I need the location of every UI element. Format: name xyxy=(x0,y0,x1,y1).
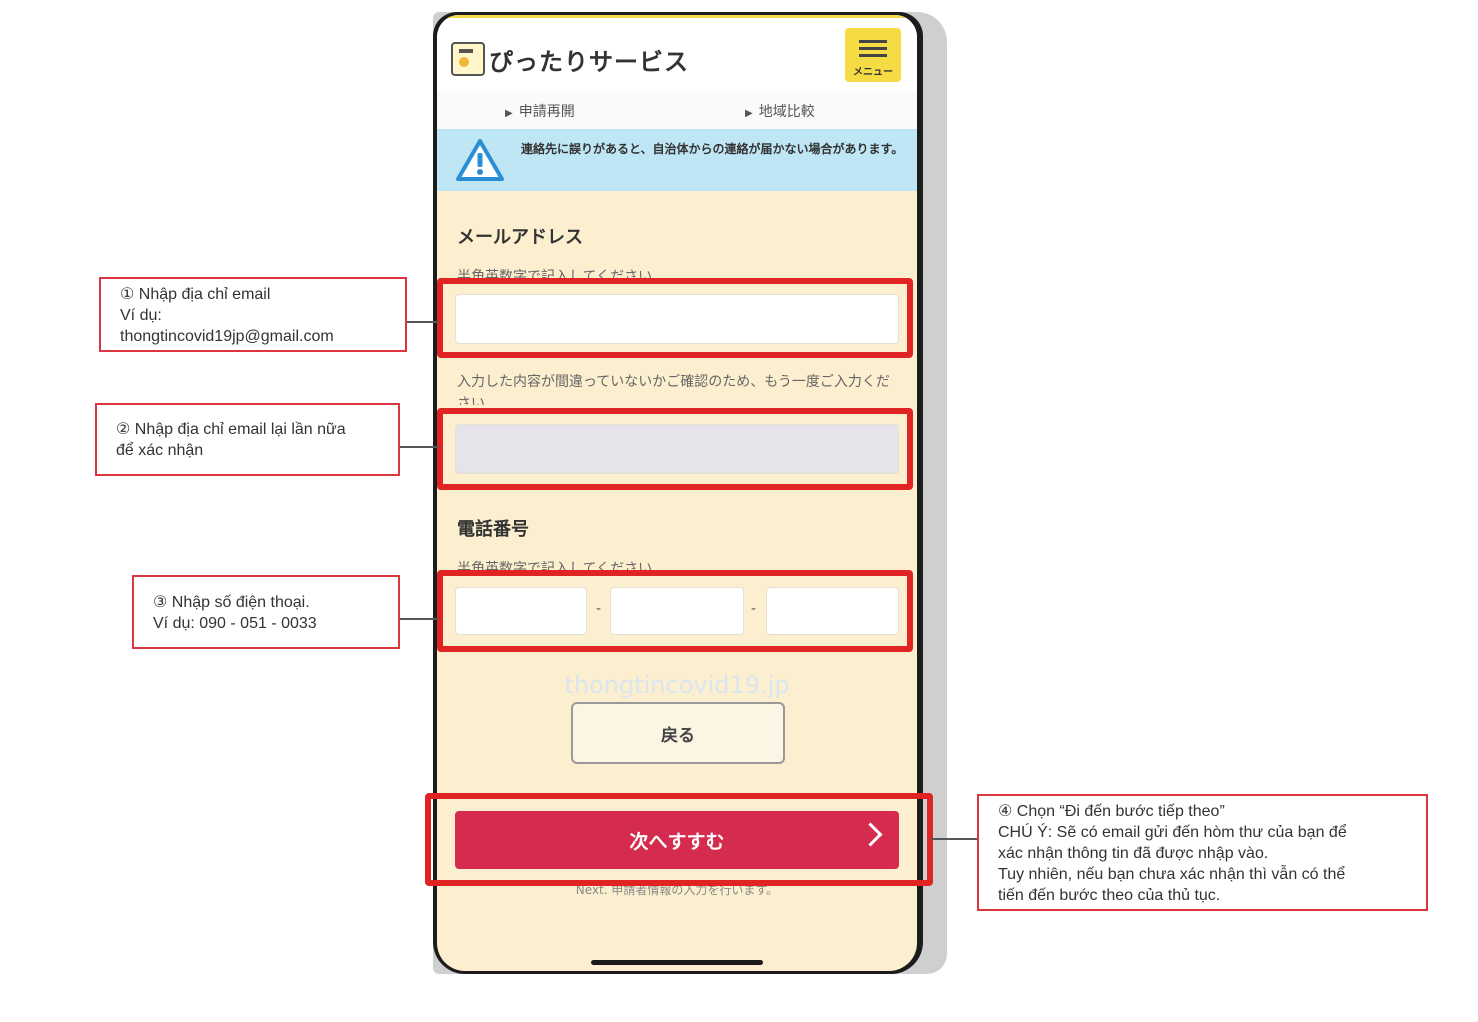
menu-button-label: メニュー xyxy=(853,67,893,78)
app-header: ぴったりサービス メニュー xyxy=(437,15,917,94)
watermark-text: thongtincovid19.jp xyxy=(564,671,790,699)
phone-field-highlight xyxy=(437,570,913,652)
region-compare-label: 地域比較 xyxy=(758,104,815,120)
triangle-right-icon: ▶ xyxy=(505,108,513,119)
callout-line: ② Nhập địa chỉ email lại lần nữa xyxy=(116,421,346,438)
callout-line: Ví dụ: xyxy=(120,307,162,324)
warning-notice: 連絡先に誤りがあると、自治体からの連絡が届かない場合があります。 xyxy=(437,129,917,191)
next-button-highlight xyxy=(425,793,933,886)
home-indicator xyxy=(591,960,763,965)
warning-icon xyxy=(456,139,504,181)
callout-phone: ③ Nhập số điện thoại. Ví dụ: 090 - 051 -… xyxy=(132,575,400,649)
warning-notice-text: 連絡先に誤りがあると、自治体からの連絡が届かない場合があります。 xyxy=(521,142,904,156)
triangle-right-icon: ▶ xyxy=(745,108,753,119)
callout-email: ① Nhập địa chỉ email Ví dụ: thongtincovi… xyxy=(99,277,407,352)
back-button[interactable]: 戻る xyxy=(571,702,785,764)
email-label: メールアドレス xyxy=(457,227,583,248)
callout-line: xác nhận thông tin đã được nhập vào. xyxy=(998,845,1269,862)
callout-line: để xác nhận xyxy=(116,442,204,459)
callout-line: ① Nhập địa chỉ email xyxy=(120,286,271,303)
callout-connector xyxy=(406,321,439,323)
callout-line: Tuy nhiên, nếu bạn chưa xác nhận thì vẫn… xyxy=(998,866,1346,883)
callout-line: thongtincovid19jp@gmail.com xyxy=(120,328,334,345)
phone-label: 電話番号 xyxy=(457,519,529,540)
callout-line: Ví dụ: 090 - 051 - 0033 xyxy=(153,615,317,632)
region-compare-link[interactable]: ▶ 地域比較 xyxy=(745,101,815,121)
hamburger-icon-line xyxy=(859,54,887,57)
resume-application-link[interactable]: ▶ 申請再開 xyxy=(505,101,575,121)
callout-next: ④ Chọn “Đi đến bước tiếp theo” CHÚ Ý: Sẽ… xyxy=(977,794,1428,911)
sub-navigation: ▶ 申請再開 ▶ 地域比較 xyxy=(437,91,917,129)
hamburger-icon xyxy=(859,40,887,43)
resume-application-label: 申請再開 xyxy=(518,104,575,120)
callout-line: CHÚ Ý: Sẽ có email gửi đến hòm thư của b… xyxy=(998,824,1347,841)
callout-email-confirm: ② Nhập địa chỉ email lại lần nữa để xác … xyxy=(95,403,400,476)
app-brand-title: ぴったりサービス xyxy=(489,48,689,76)
email-field-highlight xyxy=(437,278,913,358)
callout-connector xyxy=(400,446,439,448)
callout-connector xyxy=(931,838,978,840)
callout-line: ④ Chọn “Đi đến bước tiếp theo” xyxy=(998,803,1225,820)
callout-line: tiến đến bước theo của thủ tục. xyxy=(998,887,1221,904)
hamburger-icon-line xyxy=(859,47,887,50)
email-confirm-highlight xyxy=(437,408,913,490)
callout-connector xyxy=(400,618,439,620)
callout-line: ③ Nhập số điện thoại. xyxy=(153,594,310,611)
email-confirm-hint: 入力した内容が間違っていないかご確認のため、もう一度ご入力ください xyxy=(457,374,890,405)
app-logo-icon xyxy=(451,42,485,76)
menu-button[interactable]: メニュー xyxy=(845,28,901,82)
